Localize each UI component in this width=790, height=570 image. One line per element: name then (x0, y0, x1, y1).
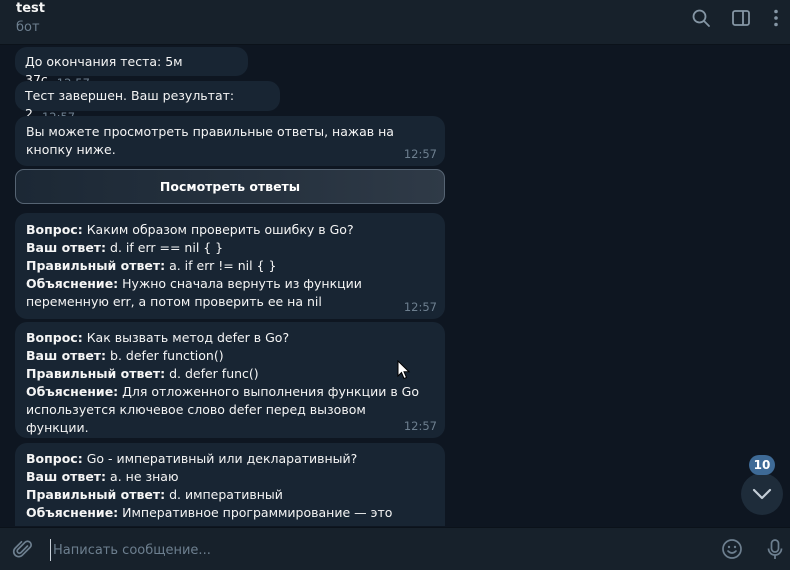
correct-answer-label: Правильный ответ: (26, 258, 166, 273)
mouse-cursor-icon (397, 360, 411, 380)
explanation-label: Объяснение: (26, 505, 119, 520)
attach-icon[interactable] (12, 538, 34, 560)
chat-title[interactable]: test (16, 1, 45, 16)
question-label: Вопрос: (26, 330, 83, 345)
message-bubble: До окончания теста: 5м 37с12:57 (15, 47, 248, 90)
message-time: 12:57 (403, 419, 437, 433)
qa-message-bubble: Вопрос: Каким образом проверить ошибку в… (15, 213, 445, 319)
question-text: Go - императивный или декларативный? (86, 451, 358, 466)
qa-message-bubble: Вопрос: Go - императивный или декларатив… (15, 443, 445, 526)
correct-answer-label: Правильный ответ: (26, 487, 166, 502)
your-answer-label: Ваш ответ: (26, 348, 107, 363)
message-bubble: Вы можете просмотреть правильные ответы,… (15, 116, 445, 166)
view-answers-button[interactable]: Посмотреть ответы (15, 169, 445, 204)
message-time: 12:57 (403, 147, 437, 161)
message-text: Вы можете просмотреть правильные ответы,… (26, 124, 394, 157)
message-time: 12:57 (403, 300, 437, 314)
your-answer-label: Ваш ответ: (26, 469, 107, 484)
question-text: Как вызвать метод defer в Go? (86, 330, 290, 345)
question-label: Вопрос: (26, 451, 83, 466)
chevron-down-icon (752, 488, 772, 500)
unread-count-badge: 10 (749, 455, 775, 475)
correct-answer-text: d. императивный (169, 487, 283, 502)
explanation-text: Императивное программирование — это (122, 505, 393, 520)
question-text: Каким образом проверить ошибку в Go? (86, 222, 354, 237)
message-input[interactable] (50, 539, 695, 561)
chat-subtitle: бот (16, 20, 40, 35)
sidebar-toggle-icon[interactable] (731, 8, 751, 28)
message-list[interactable]: До окончания теста: 5м 37с12:57 Тест зав… (0, 45, 790, 526)
your-answer-text: a. не знаю (110, 469, 179, 484)
correct-answer-label: Правильный ответ: (26, 366, 166, 381)
chat-header: test бот (0, 0, 790, 45)
more-vertical-icon[interactable] (766, 8, 786, 28)
correct-answer-text: a. if err != nil { } (169, 258, 277, 273)
your-answer-text: b. defer function() (110, 348, 224, 363)
correct-answer-text: d. defer func() (169, 366, 259, 381)
explanation-label: Объяснение: (26, 384, 119, 399)
emoji-icon[interactable] (721, 538, 743, 560)
search-icon[interactable] (691, 8, 711, 28)
your-answer-label: Ваш ответ: (26, 240, 107, 255)
microphone-icon[interactable] (764, 538, 786, 560)
question-label: Вопрос: (26, 222, 83, 237)
qa-message-bubble: Вопрос: Как вызвать метод defer в Go? Ва… (15, 322, 445, 438)
scroll-to-bottom-button[interactable] (741, 473, 783, 515)
message-bubble: Тест завершен. Ваш результат: 212:57 (15, 81, 280, 124)
your-answer-text: d. if err == nil { } (110, 240, 224, 255)
message-composer (0, 527, 790, 570)
explanation-label: Объяснение: (26, 276, 119, 291)
